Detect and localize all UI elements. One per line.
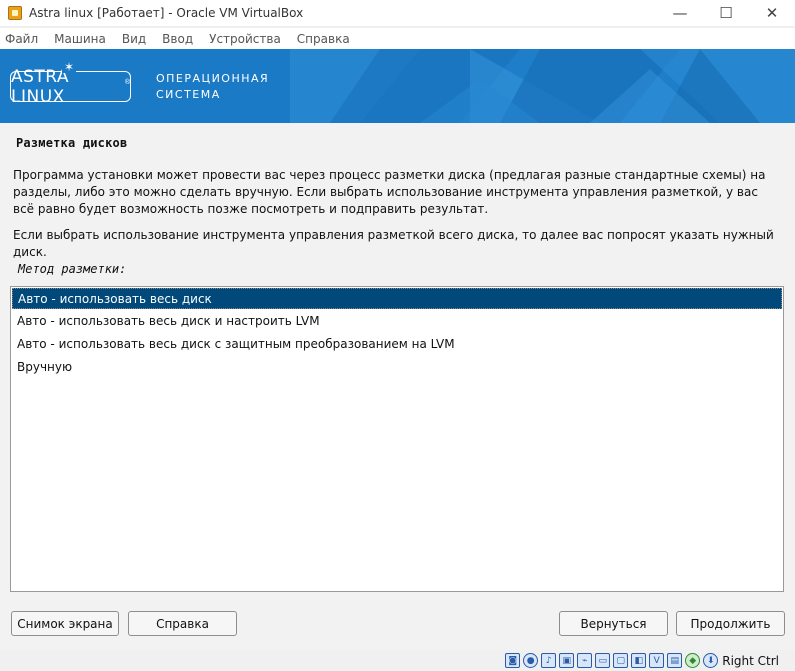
network-icon[interactable]: ▣ xyxy=(559,653,575,668)
screenshot-button[interactable]: Снимок экрана xyxy=(11,611,119,636)
audio-icon[interactable]: ♪ xyxy=(541,653,557,668)
back-button[interactable]: Вернуться xyxy=(559,611,668,636)
cpu-icon[interactable]: V xyxy=(649,653,665,668)
banner-subtitle: ОПЕРАЦИОННАЯ СИСТЕМА xyxy=(156,71,269,103)
installer-panel: Разметка дисков Программа установки може… xyxy=(0,123,795,650)
help-button[interactable]: Справка xyxy=(128,611,237,636)
minimize-button[interactable]: — xyxy=(657,0,703,26)
window-title: Astra linux [Работает] - Oracle VM Virtu… xyxy=(29,6,304,20)
astra-logo: ASTRA LINUX ® xyxy=(10,67,131,107)
banner-subtitle-line1: ОПЕРАЦИОННАЯ xyxy=(156,72,270,85)
close-button[interactable]: ✕ xyxy=(749,0,795,26)
status-bar: ◙ ● ♪ ▣ ⌁ ▭ ▢ ◧ V ▤ ◆ ⬇ Right Ctrl xyxy=(0,650,795,671)
continue-button[interactable]: Продолжить xyxy=(676,611,785,636)
hdd-icon[interactable]: ◙ xyxy=(505,653,521,668)
mouse-icon[interactable]: ▤ xyxy=(667,653,683,668)
virtualbox-app-icon xyxy=(8,6,22,20)
display-icon[interactable]: ▢ xyxy=(613,653,629,668)
menu-input[interactable]: Ввод xyxy=(162,32,193,46)
host-key-label: Right Ctrl xyxy=(722,653,779,668)
menu-devices[interactable]: Устройства xyxy=(209,32,281,46)
intro-paragraph: Программа установки может провести вас ч… xyxy=(13,168,766,216)
optical-icon[interactable]: ● xyxy=(523,653,539,668)
recording-icon[interactable]: ◧ xyxy=(631,653,647,668)
banner-subtitle-line2: СИСТЕМА xyxy=(156,88,221,101)
list-item[interactable]: Авто - использовать весь диск xyxy=(12,288,782,309)
menu-view[interactable]: Вид xyxy=(122,32,146,46)
window-titlebar[interactable]: Astra linux [Работает] - Oracle VM Virtu… xyxy=(0,0,795,26)
arrow-down-icon[interactable]: ⬇ xyxy=(703,653,719,668)
maximize-button[interactable]: ☐ xyxy=(703,0,749,26)
star-icon: ✶ xyxy=(62,60,77,74)
window-controls: — ☐ ✕ xyxy=(657,0,795,26)
shared-folder-icon[interactable]: ▭ xyxy=(595,653,611,668)
partition-method-label: Метод разметки: xyxy=(18,262,127,276)
usb-icon[interactable]: ⌁ xyxy=(577,653,593,668)
menu-file[interactable]: Файл xyxy=(5,32,38,46)
disk-note-paragraph: Если выбрать использование инструмента у… xyxy=(13,228,774,259)
page-title: Разметка дисков xyxy=(16,136,128,150)
list-item[interactable]: Вручную xyxy=(12,357,782,378)
list-item[interactable]: Авто - использовать весь диск и настроит… xyxy=(12,311,782,332)
menu-bar: Файл Машина Вид Ввод Устройства Справка xyxy=(0,28,795,49)
keyboard-icon[interactable]: ◆ xyxy=(685,653,701,668)
registered-mark: ® xyxy=(124,79,130,86)
menu-machine[interactable]: Машина xyxy=(54,32,106,46)
list-item[interactable]: Авто - использовать весь диск с защитным… xyxy=(12,334,782,355)
menu-help[interactable]: Справка xyxy=(297,32,350,46)
partition-method-list[interactable]: Авто - использовать весь диск Авто - исп… xyxy=(10,286,784,592)
astra-banner: ASTRA LINUX ® ✶ ОПЕРАЦИОННАЯ СИСТЕМА xyxy=(0,49,795,123)
